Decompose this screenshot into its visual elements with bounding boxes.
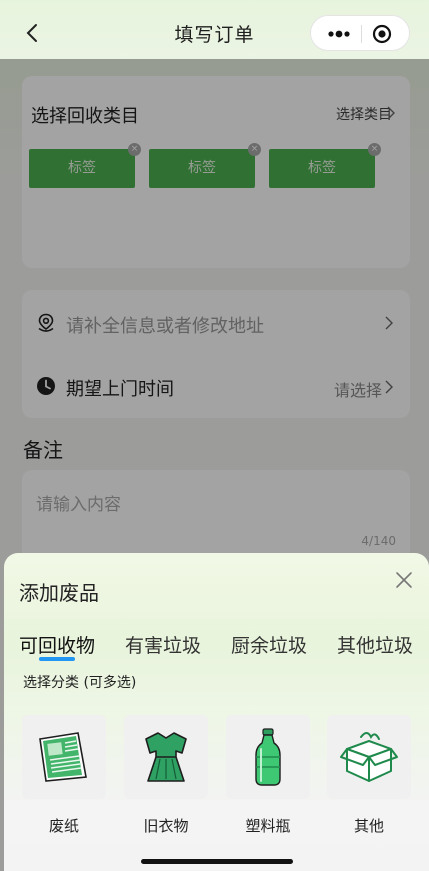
close-miniprogram-icon[interactable] <box>372 24 392 44</box>
item-tile[interactable] <box>327 715 411 799</box>
navigation-bar: 填写订单 <box>0 0 429 64</box>
waste-item-grid: 废纸 旧衣物 塑料瓶 其他 <box>4 715 429 845</box>
more-icon[interactable] <box>327 27 351 41</box>
item-tile[interactable] <box>22 715 106 799</box>
item-label: 其他 <box>353 817 384 835</box>
tab-other[interactable]: 其他垃圾 <box>337 631 413 658</box>
tab-kitchen[interactable]: 厨余垃圾 <box>231 631 307 658</box>
waste-item-paper[interactable]: 废纸 <box>22 715 106 836</box>
mini-program-capsule <box>310 15 410 51</box>
sheet-title: 添加废品 <box>19 581 99 605</box>
home-indicator <box>141 859 293 864</box>
tab-hazardous[interactable]: 有害垃圾 <box>125 631 201 658</box>
waste-item-bottle[interactable]: 塑料瓶 <box>226 715 310 836</box>
selection-hint: 选择分类 (可多选) <box>23 675 137 691</box>
newspaper-icon <box>39 732 87 782</box>
capsule-divider <box>361 25 362 43</box>
add-waste-sheet: 添加废品 可回收物 有害垃圾 厨余垃圾 其他垃圾 选择分类 (可多选) 废纸 旧… <box>4 553 429 871</box>
tab-recyclable[interactable]: 可回收物 <box>19 631 95 658</box>
item-label: 旧衣物 <box>143 817 189 835</box>
waste-item-clothes[interactable]: 旧衣物 <box>124 715 208 836</box>
dress-icon <box>145 732 187 782</box>
active-tab-indicator <box>39 657 75 661</box>
plastic-bottle-icon <box>255 728 281 786</box>
box-icon <box>340 732 398 782</box>
item-label: 废纸 <box>48 817 79 835</box>
item-tile[interactable] <box>124 715 208 799</box>
item-label: 塑料瓶 <box>245 817 291 835</box>
close-icon[interactable] <box>395 571 413 589</box>
item-tile[interactable] <box>226 715 310 799</box>
waste-item-other[interactable]: 其他 <box>327 715 411 836</box>
